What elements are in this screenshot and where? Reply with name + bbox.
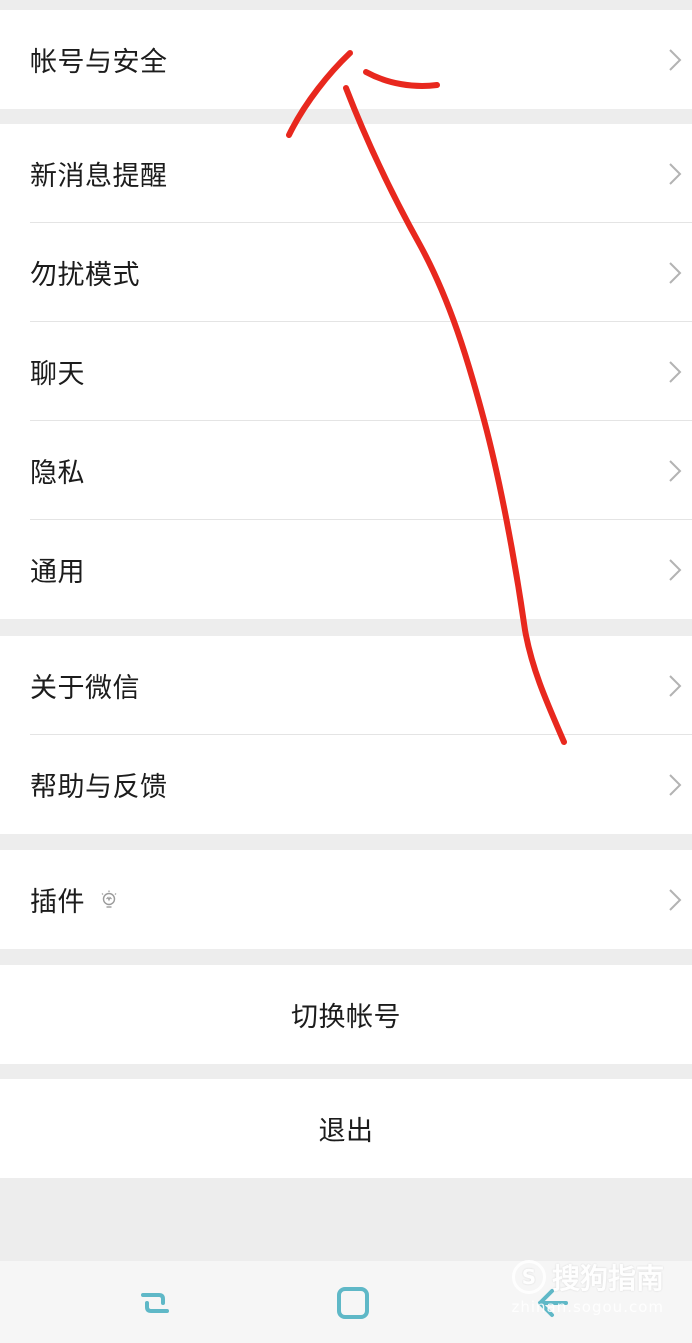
- watermark-site: zhinan.sogou.com: [511, 1298, 664, 1316]
- settings-item-label: 帐号与安全: [30, 47, 168, 78]
- settings-screen: 帐号与安全 新消息提醒 勿扰模式 聊天 隐私 通用 关于微信 帮助与反馈 插件 …: [0, 0, 692, 1343]
- chevron-right-icon: [669, 558, 682, 581]
- lightbulb-icon: [101, 890, 117, 908]
- chevron-right-icon: [669, 888, 682, 911]
- chevron-right-icon: [669, 360, 682, 383]
- settings-item-label: 关于微信: [30, 673, 140, 704]
- settings-item-label: 聊天: [30, 359, 85, 390]
- switch-account-group: 切换帐号: [0, 965, 692, 1064]
- home-icon[interactable]: [333, 1283, 373, 1323]
- settings-item-general[interactable]: 通用: [0, 520, 692, 619]
- settings-group-general: 新消息提醒 勿扰模式 聊天 隐私 通用: [0, 124, 692, 619]
- settings-item-label: 插件: [30, 887, 85, 918]
- settings-item-account-security[interactable]: 帐号与安全: [0, 10, 692, 109]
- settings-item-label: 勿扰模式: [30, 260, 140, 291]
- settings-item-help-feedback[interactable]: 帮助与反馈: [0, 735, 692, 834]
- settings-item-about-wechat[interactable]: 关于微信: [0, 636, 692, 735]
- top-strip: [0, 0, 692, 10]
- settings-item-chat[interactable]: 聊天: [0, 322, 692, 421]
- logout-group: 退出: [0, 1079, 692, 1178]
- settings-item-plugins[interactable]: 插件: [0, 850, 692, 949]
- settings-item-label: 新消息提醒: [30, 161, 168, 192]
- settings-item-notifications[interactable]: 新消息提醒: [0, 124, 692, 223]
- switch-account-button[interactable]: 切换帐号: [0, 965, 692, 1064]
- chevron-right-icon: [669, 162, 682, 185]
- settings-group-plugins: 插件: [0, 850, 692, 949]
- settings-item-do-not-disturb[interactable]: 勿扰模式: [0, 223, 692, 322]
- chevron-right-icon: [669, 48, 682, 71]
- settings-group-about: 关于微信 帮助与反馈: [0, 636, 692, 834]
- settings-item-label: 隐私: [30, 458, 85, 489]
- chevron-right-icon: [669, 773, 682, 796]
- chevron-right-icon: [669, 459, 682, 482]
- sogou-logo-icon: S: [511, 1260, 546, 1294]
- logout-button[interactable]: 退出: [0, 1079, 692, 1178]
- recent-apps-icon[interactable]: [135, 1283, 175, 1323]
- watermark-brand: 搜狗指南: [551, 1262, 664, 1295]
- settings-item-privacy[interactable]: 隐私: [0, 421, 692, 520]
- watermark: S 搜狗指南: [511, 1257, 664, 1297]
- settings-item-label: 通用: [30, 557, 85, 588]
- chevron-right-icon: [669, 674, 682, 697]
- settings-group-account: 帐号与安全: [0, 10, 692, 109]
- chevron-right-icon: [669, 261, 682, 284]
- settings-item-label: 帮助与反馈: [30, 772, 168, 803]
